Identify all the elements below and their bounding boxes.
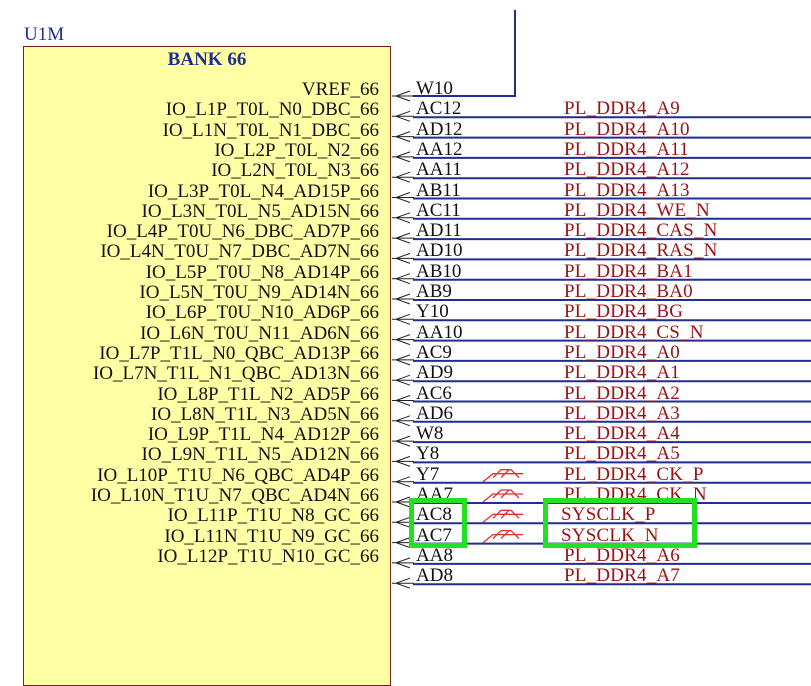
net-label[interactable]: PL_DDR4_A10 [564,119,690,140]
diff-pair-icon [482,489,523,503]
pin-number: AC12 [416,98,462,120]
net-label[interactable]: PL_DDR4_A3 [564,403,680,424]
net-label[interactable]: PL_DDR4_BA1 [564,261,693,282]
pin-number: AA11 [416,159,462,181]
pin-number: AC11 [416,199,461,221]
pin-stub [392,232,414,244]
net-label[interactable]: PL_DDR4_CAS_N [564,221,718,241]
pin-name: IO_L5P_T0U_N8_AD14P_66 [145,261,379,283]
net-label[interactable]: PL_DDR4_CK_P [564,464,704,485]
pin-name: IO_L12P_T1U_N10_GC_66 [157,545,379,567]
pin-name: IO_L9N_T1L_N5_AD12N_66 [141,444,379,466]
pin-name: IO_L10P_T1U_N6_QBC_AD4P_66 [97,464,379,486]
net-label[interactable]: PL_DDR4_RAS_N [564,241,718,261]
net-label[interactable]: PL_DDR4_A6 [564,545,680,566]
net-label[interactable]: PL_DDR4_CS_N [564,322,704,343]
pin-name: IO_L8N_T1L_N3_AD5N_66 [151,403,379,425]
pin-number: AB9 [416,281,452,302]
pin-stub [392,90,414,102]
pin-stub [392,151,414,163]
pin-stub [392,334,414,346]
pin-name: IO_L8P_T1L_N2_AD5P_66 [157,383,379,405]
pin-number: AD8 [416,565,453,587]
pin-stub [392,395,414,406]
pin-name: IO_L2N_T0L_N3_66 [211,160,379,182]
pin-number: AA10 [416,321,463,343]
pin-number: Y8 [416,443,440,465]
net-label[interactable]: PL_DDR4_WE_N [564,200,710,221]
pin-number: AC9 [416,341,452,363]
pin-number: AD6 [416,402,453,424]
pin-stub [392,171,414,183]
net-label[interactable]: PL_DDR4_A12 [564,160,690,180]
pin-name: IO_L3N_T0L_N5_AD15N_66 [141,200,379,222]
pin-number: AB11 [416,179,461,201]
pin-stub [392,131,414,143]
net-label[interactable]: PL_DDR4_A2 [564,383,680,404]
pin-stub [392,435,414,447]
pin-stub [392,273,414,285]
pin-name: IO_L1P_T0L_N0_DBC_66 [165,99,379,121]
pin-number: AD12 [416,118,463,140]
highlight-box-nets [543,498,697,548]
pin-stub [392,577,414,589]
pin-name: IO_L1N_T0L_N1_DBC_66 [162,119,379,141]
pin-stub [392,212,414,224]
pin-number: W8 [416,423,444,445]
pin-name: IO_L6P_T0U_N10_AD6P_66 [145,302,379,324]
pin-name: VREF_66 [301,79,379,100]
net-label[interactable]: PL_DDR4_A11 [564,139,689,160]
pin-stub [392,557,414,569]
pin-number: AD10 [416,240,463,262]
net-label[interactable]: PL_DDR4_A4 [564,424,680,444]
pin-stub [392,192,414,203]
pin-name: IO_L7P_T1L_N0_QBC_AD13P_66 [99,342,379,364]
pin-number: Y7 [416,463,440,485]
pin-stub [392,313,414,325]
pin-stub [392,293,414,305]
pin-stub [392,374,414,386]
pin-number: AC6 [416,382,452,404]
diff-pair-icon [482,509,523,523]
pin-name: IO_L9P_T1L_N4_AD12P_66 [147,424,379,446]
diff-pair-icon [482,529,523,544]
pin-name: IO_L10N_T1U_N7_QBC_AD4N_66 [90,485,379,506]
pin-stub [392,252,414,264]
pin-number: AA8 [416,544,453,566]
net-label[interactable]: PL_DDR4_A7 [564,566,680,586]
diff-pair-icon [482,469,523,483]
pin-stub [392,455,414,467]
highlight-box-pins [409,498,467,548]
pin-stub [392,476,414,488]
net-label[interactable]: PL_DDR4_A5 [564,444,680,464]
net-label[interactable]: PL_DDR4_A13 [564,180,690,201]
net-label[interactable]: PL_DDR4_A1 [564,363,680,383]
pin-name: IO_L11N_T1U_N9_GC_66 [164,525,379,547]
pin-number: W10 [416,78,453,99]
net-label[interactable]: PL_DDR4_BG [564,302,683,322]
pin-number: AA12 [416,138,463,160]
net-label[interactable]: PL_DDR4_BA0 [564,282,693,302]
pin-number: AB10 [416,260,462,282]
pin-name: IO_L4N_T0U_N7_DBC_AD7N_66 [100,241,379,263]
pin-name: IO_L2P_T0L_N2_66 [214,139,379,161]
pin-number: AD9 [416,362,453,384]
pin-name: IO_L7N_T1L_N1_QBC_AD13N_66 [92,363,379,385]
pin-stub [392,354,414,366]
pin-number: Y10 [416,301,449,323]
net-label[interactable]: PL_DDR4_A0 [564,342,680,363]
pin-name: IO_L11P_T1U_N8_GC_66 [167,505,379,527]
pin-stub [392,415,414,427]
pin-name: IO_L4P_T0U_N6_DBC_AD7P_66 [106,221,379,243]
pin-stub [392,110,414,122]
pin-name: IO_L6N_T0U_N11_AD6N_66 [140,322,379,344]
pin-name: IO_L5N_T0U_N9_AD14N_66 [139,282,379,303]
pin-name: IO_L3P_T0L_N4_AD15P_66 [147,180,379,202]
net-label[interactable]: PL_DDR4_A9 [564,99,680,119]
pin-number: AD11 [416,220,462,242]
